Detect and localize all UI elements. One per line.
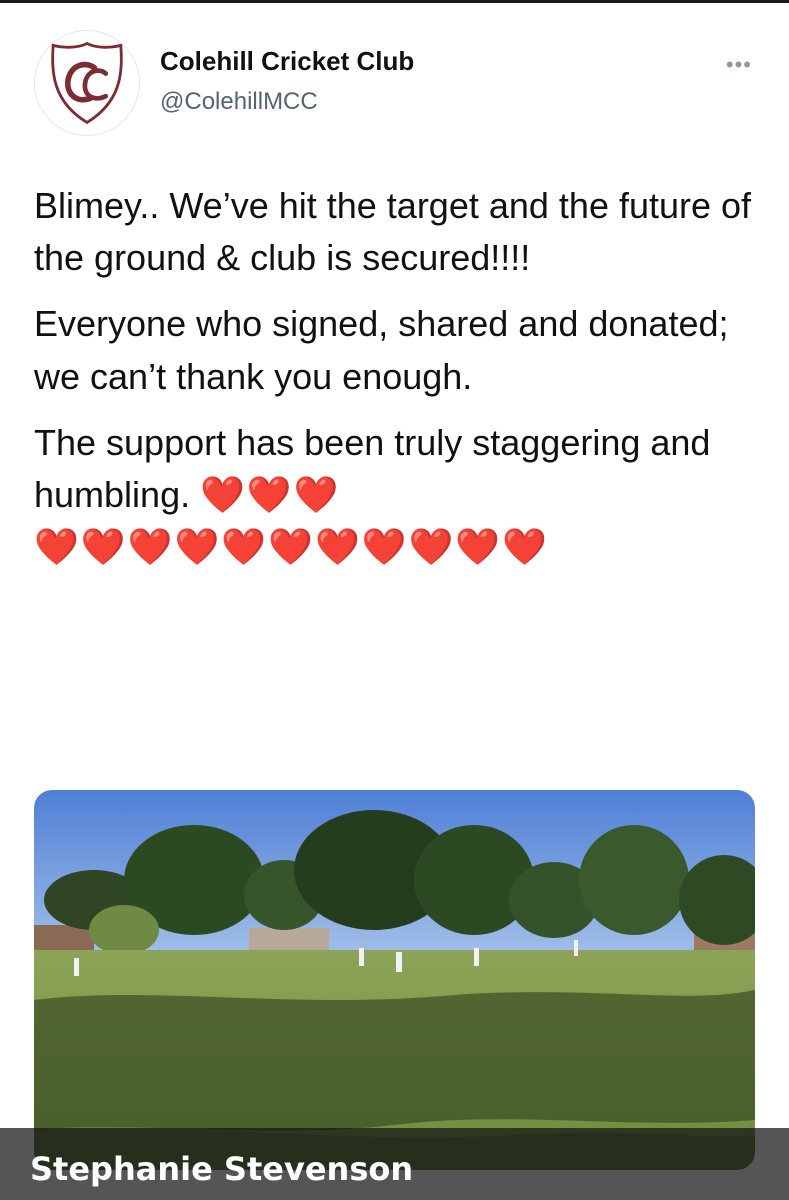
tweet-paragraph-text: The support has been truly staggering an… bbox=[34, 421, 711, 515]
tweet-text: Blimey.. We’ve hit the target and the fu… bbox=[34, 180, 759, 587]
tweet-paragraph: The support has been truly staggering an… bbox=[34, 417, 759, 574]
cricket-ground-photo[interactable] bbox=[34, 790, 755, 1170]
tweet-header: Colehill Cricket Club @ColehillMCC ••• bbox=[34, 30, 764, 140]
cc-crest-icon bbox=[51, 41, 123, 125]
tweet-paragraph: Blimey.. We’ve hit the target and the fu… bbox=[34, 185, 752, 279]
overlay-name-label: Stephanie Stevenson bbox=[30, 1150, 414, 1188]
top-border bbox=[0, 0, 789, 3]
avatar[interactable] bbox=[34, 30, 140, 136]
heart-emoji-group: ❤️❤️❤️ bbox=[200, 473, 341, 515]
account-name[interactable]: Colehill Cricket Club bbox=[160, 46, 414, 77]
heart-emoji-row: ❤️❤️❤️❤️❤️❤️❤️❤️❤️❤️❤️ bbox=[34, 526, 550, 568]
tweet-paragraph: Everyone who signed, shared and donated;… bbox=[34, 303, 729, 397]
more-options-icon[interactable]: ••• bbox=[726, 52, 752, 78]
account-handle[interactable]: @ColehillMCC bbox=[160, 88, 318, 116]
